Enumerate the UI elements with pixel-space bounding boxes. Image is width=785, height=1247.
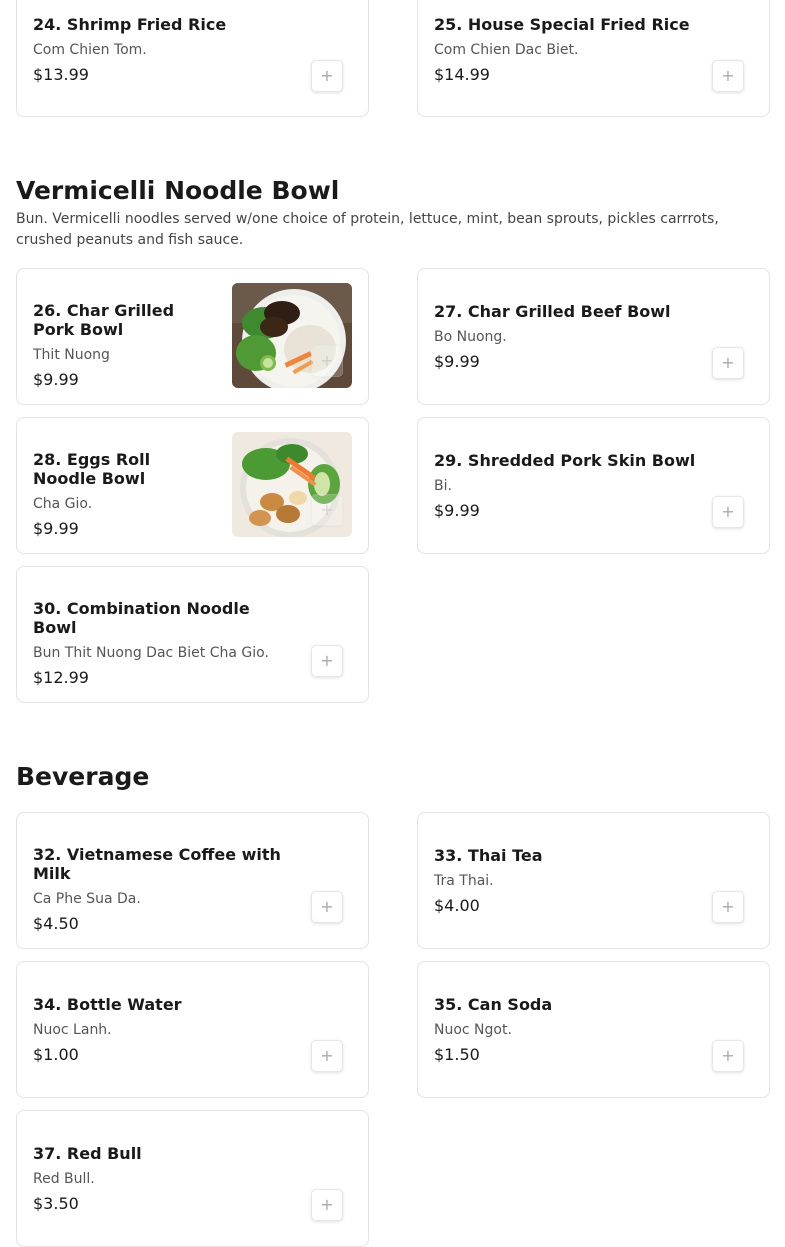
item-name: 34. Bottle Water xyxy=(33,995,182,1014)
item-description: Bun Thit Nuong Dac Biet Cha Gio. xyxy=(33,645,269,661)
item-price: $4.50 xyxy=(33,914,79,933)
item-name: 33. Thai Tea xyxy=(434,846,543,865)
add-to-cart-button[interactable]: + xyxy=(311,1189,343,1221)
item-name: 24. Shrimp Fried Rice xyxy=(33,15,227,34)
add-to-cart-button[interactable]: + xyxy=(311,645,343,677)
item-description: Thit Nuong xyxy=(33,347,110,363)
item-name: 28. Eggs Roll Noodle Bowl xyxy=(33,450,151,488)
add-to-cart-button[interactable]: + xyxy=(712,1040,744,1072)
item-description: Cha Gio. xyxy=(33,496,93,512)
item-description: Red Bull. xyxy=(33,1171,95,1187)
menu-item-card[interactable]: 30. Combination Noodle Bowl Bun Thit Nuo… xyxy=(16,566,369,703)
plus-icon: + xyxy=(721,66,735,85)
item-description: Com Chien Tom. xyxy=(33,42,147,58)
item-name: 30. Combination Noodle Bowl xyxy=(33,599,250,637)
item-description: Com Chien Dac Biet. xyxy=(434,42,579,58)
item-description: Bi. xyxy=(434,478,452,494)
add-to-cart-button[interactable]: + xyxy=(311,60,343,92)
item-description: Ca Phe Sua Da. xyxy=(33,891,141,907)
menu-item-card[interactable]: 27. Char Grilled Beef Bowl Bo Nuong. $9.… xyxy=(417,268,770,405)
add-to-cart-button[interactable]: + xyxy=(712,891,744,923)
menu-item-card[interactable]: 28. Eggs Roll Noodle Bowl Cha Gio. $9.99… xyxy=(16,417,369,554)
plus-icon: + xyxy=(320,1046,334,1065)
item-name: 25. House Special Fried Rice xyxy=(434,15,690,34)
item-price: $1.50 xyxy=(434,1045,480,1064)
item-name: 27. Char Grilled Beef Bowl xyxy=(434,302,671,321)
menu-item-card[interactable]: 32. Vietnamese Coffee with Milk Ca Phe S… xyxy=(16,812,369,949)
section-title-beverage: Beverage xyxy=(16,762,150,791)
plus-icon: + xyxy=(721,353,735,372)
menu-item-card[interactable]: 34. Bottle Water Nuoc Lanh. $1.00 + xyxy=(16,961,369,1098)
plus-icon: + xyxy=(721,1046,735,1065)
plus-icon: + xyxy=(721,897,735,916)
plus-icon: + xyxy=(320,66,334,85)
item-price: $14.99 xyxy=(434,65,490,84)
menu-item-card[interactable]: 35. Can Soda Nuoc Ngot. $1.50 + xyxy=(417,961,770,1098)
add-to-cart-button[interactable]: + xyxy=(712,496,744,528)
item-price: $9.99 xyxy=(33,519,79,538)
menu-item-card[interactable]: 29. Shredded Pork Skin Bowl Bi. $9.99 + xyxy=(417,417,770,554)
item-name: 26. Char Grilled Pork Bowl xyxy=(33,301,175,339)
item-price: $12.99 xyxy=(33,668,89,687)
plus-icon: + xyxy=(320,351,334,370)
item-price: $3.50 xyxy=(33,1194,79,1213)
item-description: Nuoc Lanh. xyxy=(33,1022,112,1038)
section-title-vermicelli: Vermicelli Noodle Bowl xyxy=(16,176,340,205)
item-name: 29. Shredded Pork Skin Bowl xyxy=(434,451,696,470)
add-to-cart-button[interactable]: + xyxy=(311,345,343,377)
menu-item-card[interactable]: 25. House Special Fried Rice Com Chien D… xyxy=(417,0,770,117)
menu-item-card[interactable]: 33. Thai Tea Tra Thai. $4.00 + xyxy=(417,812,770,949)
item-description: Tra Thai. xyxy=(434,873,494,889)
item-price: $9.99 xyxy=(434,352,480,371)
plus-icon: + xyxy=(320,500,334,519)
add-to-cart-button[interactable]: + xyxy=(311,891,343,923)
add-to-cart-button[interactable]: + xyxy=(311,494,343,526)
item-name: 32. Vietnamese Coffee with Milk xyxy=(33,845,281,883)
item-name: 37. Red Bull xyxy=(33,1144,142,1163)
item-price: $1.00 xyxy=(33,1045,79,1064)
section-description: Bun. Vermicelli noodles served w/one cho… xyxy=(16,211,719,248)
add-to-cart-button[interactable]: + xyxy=(712,60,744,92)
item-description: Nuoc Ngot. xyxy=(434,1022,512,1038)
menu-item-card[interactable]: 24. Shrimp Fried Rice Com Chien Tom. $13… xyxy=(16,0,369,117)
plus-icon: + xyxy=(721,502,735,521)
plus-icon: + xyxy=(320,651,334,670)
menu-item-card[interactable]: 26. Char Grilled Pork Bowl Thit Nuong $9… xyxy=(16,268,369,405)
item-price: $13.99 xyxy=(33,65,89,84)
item-price: $9.99 xyxy=(33,370,79,389)
plus-icon: + xyxy=(320,897,334,916)
plus-icon: + xyxy=(320,1195,334,1214)
egg-roll-bowl-photo: + xyxy=(232,432,352,537)
item-description: Bo Nuong. xyxy=(434,329,507,345)
add-to-cart-button[interactable]: + xyxy=(311,1040,343,1072)
item-price: $9.99 xyxy=(434,501,480,520)
add-to-cart-button[interactable]: + xyxy=(712,347,744,379)
item-name: 35. Can Soda xyxy=(434,995,553,1014)
menu-item-card[interactable]: 37. Red Bull Red Bull. $3.50 + xyxy=(16,1110,369,1247)
grilled-pork-bowl-photo: + xyxy=(232,283,352,388)
item-price: $4.00 xyxy=(434,896,480,915)
